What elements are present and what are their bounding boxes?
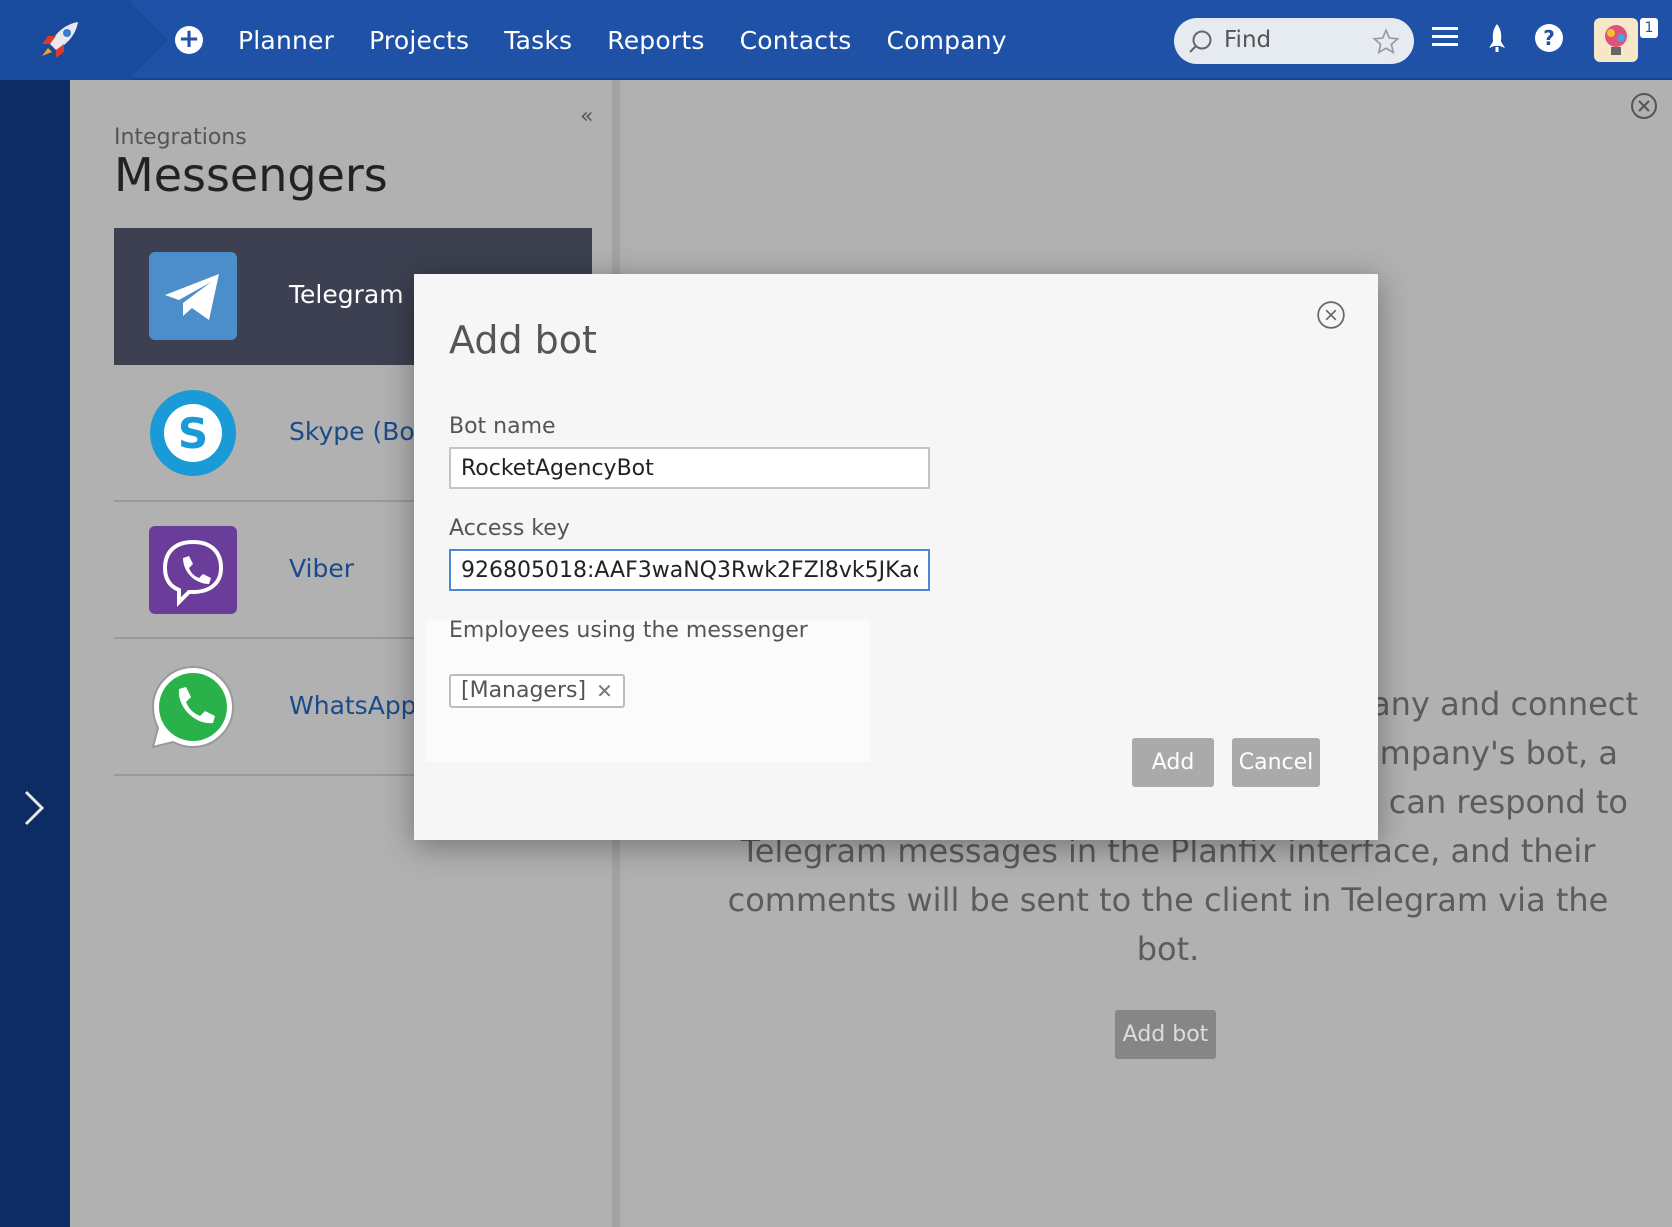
main-nav: Planner Projects Tasks Reports Contacts …	[238, 0, 1042, 80]
nav-contacts[interactable]: Contacts	[740, 26, 852, 55]
user-avatar[interactable]	[1594, 18, 1638, 62]
search-input[interactable]: Find	[1224, 27, 1271, 53]
access-key-input[interactable]	[449, 549, 930, 591]
svg-text:S: S	[178, 409, 208, 458]
search-icon	[1189, 30, 1212, 53]
messenger-label: Telegram	[289, 280, 404, 309]
star-icon[interactable]	[1372, 28, 1400, 56]
page-title: Messengers	[114, 148, 388, 202]
expand-chevron-icon[interactable]	[22, 788, 48, 828]
nav-company[interactable]: Company	[886, 26, 1006, 55]
close-panel-icon[interactable]	[1630, 92, 1658, 120]
breadcrumb[interactable]: Integrations	[114, 125, 247, 150]
add-bot-button[interactable]: Add bot	[1115, 1010, 1216, 1059]
logo-notch	[128, 0, 168, 80]
telegram-icon	[149, 252, 237, 340]
search-box[interactable]: Find	[1174, 18, 1414, 64]
notification-badge[interactable]: 1	[1640, 18, 1658, 38]
skype-icon: S	[150, 390, 236, 476]
access-key-label: Access key	[449, 516, 570, 541]
employee-tag[interactable]: [Managers] ✕	[449, 674, 625, 708]
rocket-icon[interactable]	[1484, 22, 1510, 54]
top-bar: + Planner Projects Tasks Reports Contact…	[0, 0, 1672, 80]
bot-name-label: Bot name	[449, 414, 556, 439]
menu-icon[interactable]	[1430, 22, 1460, 52]
cancel-button[interactable]: Cancel	[1232, 738, 1320, 787]
description-line: comments will be sent to the client in T…	[727, 881, 1609, 968]
left-rail	[0, 80, 70, 1227]
employees-label: Employees using the messenger	[449, 618, 808, 643]
messenger-label: Skype (Bot	[289, 417, 425, 446]
help-icon[interactable]: ?	[1533, 22, 1565, 54]
employee-tag-label: [Managers]	[461, 678, 587, 703]
svg-text:?: ?	[1543, 26, 1555, 50]
nav-reports[interactable]: Reports	[607, 26, 704, 55]
whatsapp-icon	[151, 665, 235, 749]
viber-icon	[149, 526, 237, 614]
nav-planner[interactable]: Planner	[238, 26, 334, 55]
add-bot-dialog: Add bot Bot name Access key Employees us…	[414, 274, 1378, 840]
nav-projects[interactable]: Projects	[369, 26, 469, 55]
rocket-logo-icon	[42, 22, 78, 58]
remove-tag-icon[interactable]: ✕	[596, 676, 613, 706]
avatar-image-icon	[1605, 25, 1627, 55]
messenger-label: Viber	[289, 554, 355, 583]
bot-name-input[interactable]	[449, 447, 930, 489]
add-new-button[interactable]: +	[175, 26, 203, 54]
messenger-label: WhatsApp	[289, 691, 417, 720]
collapse-panel-icon[interactable]: «	[580, 104, 593, 129]
logo[interactable]	[0, 0, 132, 80]
close-dialog-icon[interactable]	[1316, 300, 1346, 330]
dialog-title: Add bot	[449, 318, 597, 362]
nav-tasks[interactable]: Tasks	[504, 26, 572, 55]
add-button[interactable]: Add	[1132, 738, 1214, 787]
